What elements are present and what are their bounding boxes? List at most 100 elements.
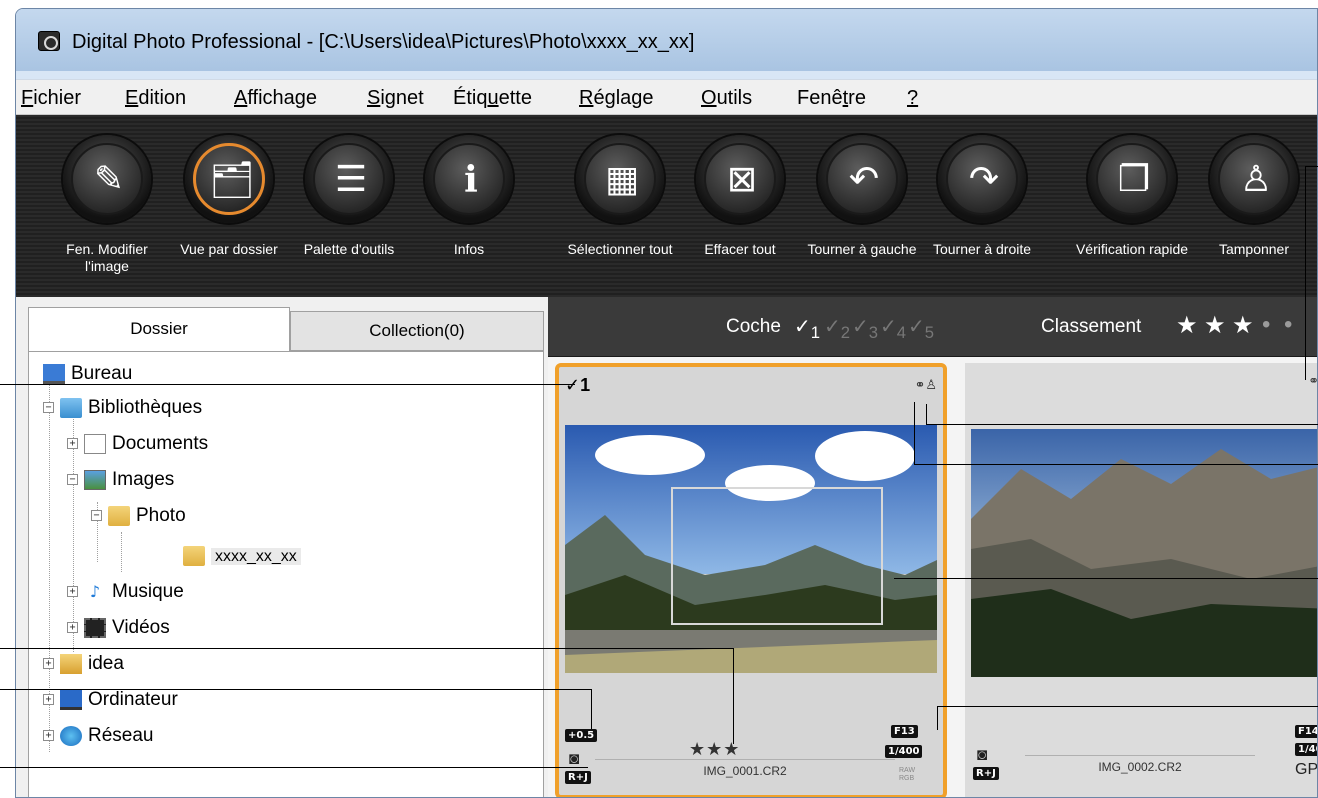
- rotate-right-button[interactable]: ↷ Tourner à droite: [922, 129, 1042, 289]
- thumbnail-img-0001[interactable]: ✓1 ⚭♙ +0.5 ◙ R+J ★★★ IMG_0001.CR2 F13 1/…: [555, 363, 947, 797]
- rj-badge: R+J: [565, 771, 591, 784]
- desktop-icon: [43, 363, 65, 384]
- menu-edition[interactable]: Edition: [125, 87, 186, 110]
- callout-line: [0, 384, 575, 385]
- rating-star-icon[interactable]: ★: [1176, 311, 1198, 340]
- tree-item-musique[interactable]: + ♪ Musique: [67, 578, 184, 608]
- expand-icon[interactable]: +: [67, 622, 78, 634]
- check-filter-2[interactable]: ✓2: [824, 314, 850, 343]
- collapse-icon[interactable]: −: [91, 510, 102, 522]
- rating-dot-icon[interactable]: •: [1284, 311, 1292, 339]
- callout-line: [591, 689, 592, 729]
- stamp-icon: ⚭: [1308, 373, 1318, 388]
- menu-fichier[interactable]: Fichier: [21, 87, 81, 110]
- info-icon: i: [464, 159, 478, 201]
- raw-rgb-label: RAW RGB: [899, 767, 916, 782]
- network-icon: [60, 725, 82, 746]
- folder-tree-icon: 🗂: [209, 160, 255, 201]
- expand-icon[interactable]: +: [67, 586, 78, 598]
- stamp-button[interactable]: ♙ Tamponner: [1194, 129, 1314, 289]
- stamp-icon: ⚭♙: [914, 377, 937, 392]
- title-bar[interactable]: Digital Photo Professional - [C:\Users\i…: [16, 9, 1317, 71]
- check-filter-5[interactable]: ✓5: [908, 314, 934, 343]
- tree-item-images[interactable]: − Images: [67, 466, 174, 496]
- user-folder-icon: [60, 653, 82, 674]
- menu-help[interactable]: ?: [907, 87, 918, 110]
- expand-icon[interactable]: +: [67, 438, 78, 450]
- rotate-left-icon: ↶: [848, 159, 880, 200]
- clear-all-button[interactable]: ⊠ Effacer tout: [680, 129, 800, 289]
- folder-view-button[interactable]: 🗂 Vue par dossier: [169, 129, 289, 289]
- file-name: IMG_0001.CR2: [595, 759, 895, 778]
- expand-icon[interactable]: +: [43, 694, 54, 706]
- expand-icon[interactable]: +: [43, 730, 54, 742]
- menu-outils[interactable]: Outils: [701, 87, 752, 110]
- callout-line: [1305, 166, 1306, 380]
- photo-preview: [971, 429, 1317, 677]
- check-filter-3[interactable]: ✓3: [852, 314, 878, 343]
- menu-etiquette[interactable]: Étiquette: [453, 87, 532, 110]
- callout-line: [0, 648, 734, 649]
- rating-star-icon[interactable]: ★: [1232, 311, 1254, 340]
- tree-item-reseau[interactable]: + Réseau: [43, 722, 154, 752]
- callout-line: [937, 706, 1318, 707]
- callout-line: [0, 767, 588, 768]
- callout-line: [0, 689, 592, 690]
- check-filter-4[interactable]: ✓4: [880, 314, 906, 343]
- main-toolbar: ✎ Fen. Modifier l'image 🗂 Vue par dossie…: [16, 115, 1317, 297]
- select-all-button[interactable]: ▦ Sélectionner tout: [560, 129, 680, 289]
- tree-item-documents[interactable]: + Documents: [67, 430, 208, 460]
- exposure-badge: +0.5: [565, 729, 598, 742]
- camera-icon: ◙: [569, 749, 580, 768]
- tree-item-bibliotheques[interactable]: − Bibliothèques: [43, 394, 202, 424]
- crop-rectangle: [671, 487, 883, 625]
- check-mark-icon[interactable]: ✓1: [565, 375, 590, 396]
- expand-icon[interactable]: +: [43, 658, 54, 670]
- rating-dot-icon[interactable]: •: [1262, 311, 1270, 339]
- rj-badge: R+J: [973, 767, 999, 780]
- tool-palette-button[interactable]: ☰ Palette d'outils: [289, 129, 409, 289]
- camera-icon: ◙: [977, 745, 988, 764]
- edit-image-button[interactable]: ✎ Fen. Modifier l'image: [47, 129, 167, 289]
- collapse-icon[interactable]: −: [43, 402, 54, 414]
- menu-signet[interactable]: Signet: [367, 87, 424, 110]
- thumbnail-img-0002[interactable]: ⚭ ◙ R+J IMG_0002.CR2 F14 1/400 GPS: [965, 363, 1318, 797]
- callout-line: [926, 404, 927, 424]
- folder-icon: [108, 505, 130, 526]
- check-filter-1[interactable]: ✓1: [794, 314, 820, 343]
- tree-item-ordinateur[interactable]: + Ordinateur: [43, 686, 178, 716]
- aperture-badge: F13: [891, 725, 918, 738]
- music-icon: ♪: [89, 581, 101, 601]
- menu-reglage[interactable]: Réglage: [579, 87, 654, 110]
- collapse-icon[interactable]: −: [67, 474, 78, 486]
- file-name: IMG_0002.CR2: [1025, 755, 1255, 774]
- clear-all-icon: ⊠: [726, 159, 758, 200]
- info-button[interactable]: i Infos: [409, 129, 529, 289]
- tree-item-xxxx-xx-xx[interactable]: xxxx_xx_xx: [183, 542, 301, 572]
- menu-fenetre[interactable]: Fenêtre: [797, 87, 866, 110]
- computer-icon: [60, 689, 82, 710]
- rotate-right-icon: ↷: [968, 159, 1000, 200]
- select-all-icon: ▦: [604, 159, 639, 200]
- tab-collection[interactable]: Collection(0): [290, 311, 544, 351]
- quick-check-icon: ❐: [1117, 159, 1151, 200]
- tab-folder[interactable]: Dossier: [28, 307, 290, 351]
- edit-image-icon: ✎: [93, 159, 125, 200]
- quick-check-button[interactable]: ❐ Vérification rapide: [1072, 129, 1192, 289]
- callout-line: [1305, 166, 1318, 167]
- videos-icon: [84, 617, 106, 638]
- tree-item-videos[interactable]: + Vidéos: [67, 614, 170, 644]
- shutter-badge: 1/400: [1295, 743, 1317, 756]
- tree-item-photo[interactable]: − Photo: [91, 502, 186, 532]
- rating-star-icon[interactable]: ★: [1204, 311, 1226, 340]
- tree-item-idea[interactable]: + idea: [43, 650, 124, 680]
- callout-line: [914, 464, 1318, 465]
- callout-line: [733, 648, 734, 744]
- libraries-icon: [60, 397, 82, 418]
- rotate-left-button[interactable]: ↶ Tourner à gauche: [802, 129, 922, 289]
- tree-item-bureau[interactable]: Bureau: [43, 360, 132, 390]
- menu-bar: Fichier Edition Affichage Signet Étiquet…: [16, 79, 1317, 115]
- aperture-badge: F14: [1295, 725, 1317, 738]
- camera-app-icon[interactable]: [38, 31, 60, 51]
- menu-affichage[interactable]: Affichage: [234, 87, 317, 110]
